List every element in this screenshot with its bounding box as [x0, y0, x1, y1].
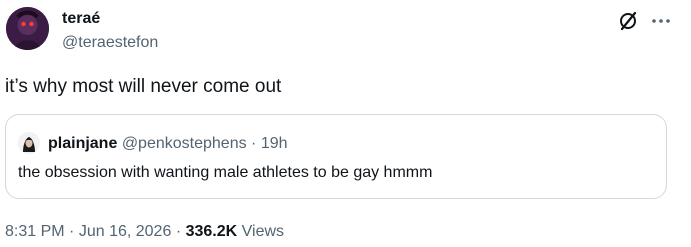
- quoted-separator: ·: [251, 135, 257, 152]
- views-label: Views: [241, 223, 285, 240]
- author-avatar[interactable]: [6, 7, 49, 50]
- author-handle[interactable]: @teraestefon: [62, 33, 158, 53]
- author-name[interactable]: teraé: [62, 9, 100, 29]
- views-count: 336.2K: [185, 223, 238, 240]
- tweet-text: it’s why most will never come out: [5, 76, 282, 97]
- post-time[interactable]: 8:31 PM: [5, 223, 65, 240]
- quoted-tweet-card[interactable]: plainjane @penkostephens · 19h the obses…: [5, 114, 667, 199]
- quoted-author-avatar[interactable]: [18, 132, 40, 154]
- post-date[interactable]: Jun 16, 2026: [79, 223, 172, 240]
- quoted-tweet-text: the obsession with wanting male athletes…: [18, 164, 433, 181]
- quoted-tweet-header: plainjane @penkostephens · 19h: [48, 134, 288, 154]
- more-horizontal-icon[interactable]: [650, 10, 672, 32]
- meta-separator: ·: [69, 223, 75, 240]
- quoted-timestamp[interactable]: 19h: [261, 135, 288, 152]
- quoted-author-name[interactable]: plainjane: [48, 135, 117, 152]
- grok-icon[interactable]: [617, 10, 639, 32]
- tweet: teraé @teraestefon it’s why most will ne…: [0, 0, 691, 247]
- quoted-author-handle[interactable]: @penkostephens: [122, 135, 247, 152]
- meta-separator-2: ·: [175, 223, 182, 240]
- tweet-metadata: 8:31 PM · Jun 16, 2026 · 336.2K Views: [5, 222, 284, 242]
